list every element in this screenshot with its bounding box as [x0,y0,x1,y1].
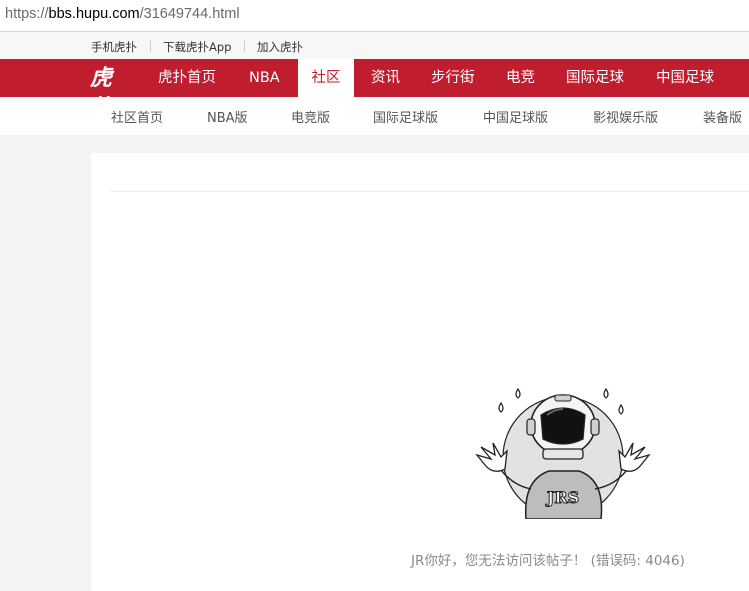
url-path: /31649744.html [139,6,240,22]
nav-item-nba[interactable]: NBA [249,59,280,97]
subnav-item-esports[interactable]: 电竞版 [291,107,330,126]
subnav-item-intl-football[interactable]: 国际足球版 [373,107,438,126]
mobile-hupu-link[interactable]: 手机虎扑 [91,39,137,55]
join-hupu-link[interactable]: 加入虎扑 [257,39,303,55]
subnav-item-nba[interactable]: NBA版 [207,107,248,126]
url-text[interactable]: https://bbs.hupu.com/31649744.html [5,6,240,22]
nav-item-china-football[interactable]: 中国足球 [656,59,714,97]
hupu-logo[interactable]: 虎扑 [90,63,126,97]
jrs-badge-text: JRS [545,488,579,507]
content-card: JRS JR你好，您无法访问该帖子！ (错误码: 4046) [91,153,749,591]
nav-item-community[interactable]: 社区 [298,59,354,97]
subnav-item-gear[interactable]: 装备版 [703,107,742,126]
divider [244,40,245,52]
download-app-link[interactable]: 下载虎扑App [163,39,231,55]
main-nav: 虎扑 虎扑首页 NBA 社区 资讯 步行街 电竞 国际足球 中国足球 [0,59,749,97]
subnav-item-china-football[interactable]: 中国足球版 [483,107,548,126]
url-host: bbs.hupu.com [48,6,140,22]
top-link-bar: 手机虎扑 下载虎扑App 加入虎扑 [0,32,749,60]
sub-nav: 社区首页 NBA版 电竞版 国际足球版 中国足球版 影视娱乐版 装备版 [0,97,749,135]
error-message: JR你好，您无法访问该帖子！ (错误码: 4046) [411,553,685,569]
nav-item-news[interactable]: 资讯 [371,59,400,97]
nav-item-esports[interactable]: 电竞 [506,59,535,97]
url-scheme: https:// [5,6,49,22]
subnav-item-entertainment[interactable]: 影视娱乐版 [593,107,658,126]
nav-item-intl-football[interactable]: 国际足球 [566,59,624,97]
nav-item-pedestrian-street[interactable]: 步行街 [431,59,475,97]
address-bar[interactable]: https://bbs.hupu.com/31649744.html [0,0,749,32]
nav-item-home[interactable]: 虎扑首页 [158,59,216,97]
divider [110,191,749,192]
subnav-item-community-home[interactable]: 社区首页 [111,107,163,126]
astronaut-mascot-icon: JRS [475,387,651,519]
divider [150,40,151,52]
